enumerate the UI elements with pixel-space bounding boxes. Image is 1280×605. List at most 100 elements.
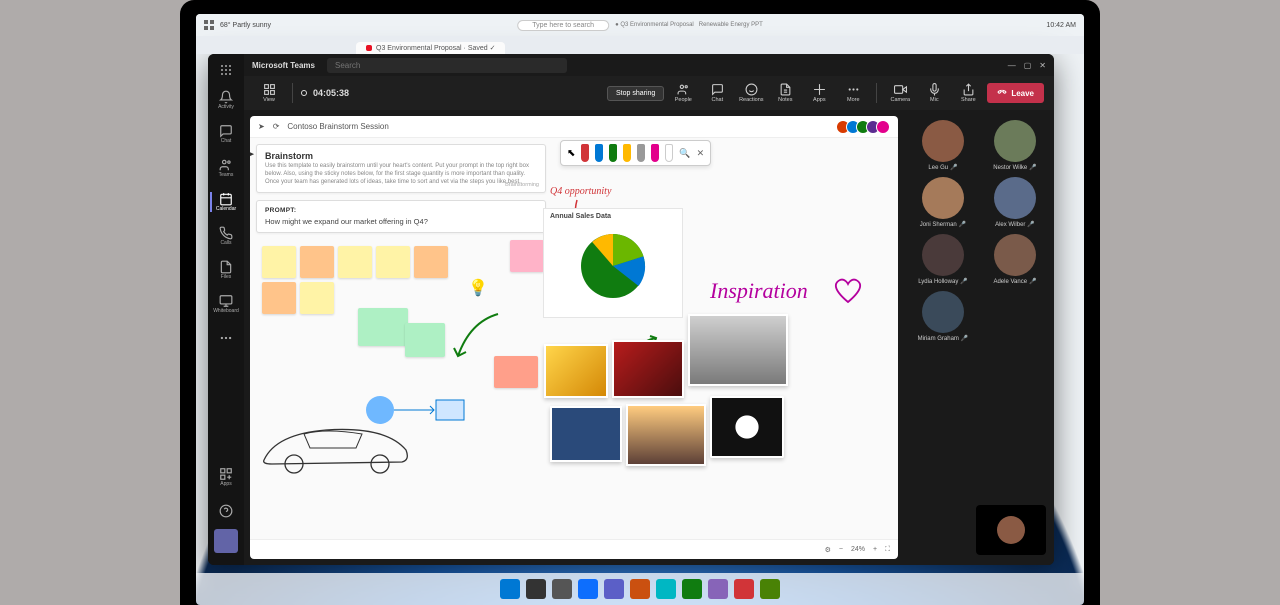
self-video-tile[interactable] [976, 505, 1046, 555]
photo-tile[interactable] [710, 396, 784, 458]
rail-chat[interactable]: Chat [210, 118, 242, 150]
participant-tile[interactable]: Alex Wilber 🎤 [984, 177, 1046, 228]
recent-doc-chip[interactable]: ● Q3 Environmental Proposal Renewable En… [615, 22, 763, 28]
pen-blue[interactable] [595, 144, 603, 162]
stop-sharing-button[interactable]: Stop sharing [607, 86, 664, 101]
taskbar-app-icon[interactable] [500, 579, 520, 599]
sticky-note[interactable] [358, 308, 408, 346]
taskbar-app-icon[interactable] [604, 579, 624, 599]
participant-tile[interactable]: Nestor Wilke 🎤 [984, 120, 1046, 171]
chart-card[interactable]: Annual Sales Data [543, 208, 683, 318]
brainstorm-card[interactable]: ➤ Brainstorm Use this template to easily… [256, 144, 546, 193]
grid-widgets-icon[interactable] [204, 20, 214, 30]
taskbar-app-icon[interactable] [734, 579, 754, 599]
apps-button[interactable]: Apps [804, 83, 834, 103]
taskbar-app-icon[interactable] [760, 579, 780, 599]
participant-tile[interactable]: Lee Gu 🎤 [912, 120, 974, 171]
rail-teams[interactable]: Teams [210, 152, 242, 184]
participant-tile[interactable]: Lydia Holloway 🎤 [912, 234, 974, 285]
brainstorm-title: Brainstorm [265, 151, 537, 161]
rail-activity[interactable]: Activity [210, 84, 242, 116]
sticky-note[interactable] [300, 282, 334, 314]
taskbar-app-icon[interactable] [552, 579, 572, 599]
sticky-note[interactable] [262, 282, 296, 314]
sticky-note[interactable] [376, 246, 410, 278]
os-search-input[interactable]: Type here to search [517, 20, 609, 31]
pen-gray[interactable] [637, 144, 645, 162]
rail-files[interactable]: Files [210, 254, 242, 286]
taskbar-app-icon[interactable] [708, 579, 728, 599]
notes-button[interactable]: Notes [770, 83, 800, 103]
maximize-icon[interactable]: ▢ [1024, 61, 1032, 70]
chart-title: Annual Sales Data [544, 209, 682, 224]
brainstorm-body: Use this template to easily brainstorm u… [265, 163, 537, 186]
whiteboard-panel: ➤ ⟳ Contoso Brainstorm Session [250, 116, 898, 559]
rail-whiteboard[interactable]: Whiteboard [210, 288, 242, 320]
pointer-tool-icon[interactable]: ⬉ [567, 148, 575, 159]
refresh-icon[interactable]: ⟳ [273, 122, 280, 131]
mic-button[interactable]: Mic [919, 83, 949, 103]
share-button[interactable]: Share [953, 83, 983, 103]
browser-tab[interactable]: Q3 Environmental Proposal · Saved ✓ [356, 42, 505, 54]
pen-pink[interactable] [651, 144, 659, 162]
rail-calendar[interactable]: Calendar [210, 186, 242, 218]
participant-tile[interactable]: Joni Sherman 🎤 [912, 177, 974, 228]
taskbar-app-icon[interactable] [526, 579, 546, 599]
sticky-note[interactable] [300, 246, 334, 278]
close-icon[interactable]: ✕ [1039, 61, 1046, 70]
fit-icon[interactable]: ⛶ [885, 546, 890, 554]
chat-button[interactable]: Chat [702, 83, 732, 103]
reactions-button[interactable]: Reactions [736, 83, 766, 103]
ink-inspiration[interactable]: Inspiration [710, 278, 808, 304]
more-button[interactable]: More [838, 83, 868, 103]
zoom-in-button[interactable]: + [873, 546, 877, 553]
taskbar-app-icon[interactable] [656, 579, 676, 599]
photo-tile[interactable] [626, 404, 706, 466]
sticky-note[interactable] [338, 246, 372, 278]
prompt-question: How might we expand our market offering … [265, 217, 537, 226]
zoom-out-button[interactable]: − [839, 546, 843, 553]
rail-apps[interactable]: Apps [210, 461, 242, 493]
sticky-note[interactable] [405, 323, 445, 357]
ink-opportunity[interactable]: Q4 opportunity [550, 186, 611, 197]
taskbar-app-icon[interactable] [682, 579, 702, 599]
rail-more[interactable] [210, 322, 242, 354]
brainstorm-tag: Brainstorming [505, 182, 539, 188]
taskbar-app-icon[interactable] [630, 579, 650, 599]
leave-button[interactable]: Leave [987, 83, 1044, 103]
participant-tile[interactable]: Miriam Graham 🎤 [912, 291, 974, 342]
pie-chart [573, 226, 653, 306]
photo-tile[interactable] [550, 406, 622, 462]
sticky-note[interactable] [510, 240, 544, 272]
rail-calls[interactable]: Calls [210, 220, 242, 252]
minimize-icon[interactable]: — [1008, 61, 1016, 70]
view-button[interactable]: View [254, 83, 284, 103]
collaborator-avatars[interactable] [840, 120, 890, 134]
photo-tile[interactable] [544, 344, 608, 398]
pen-green[interactable] [609, 144, 617, 162]
taskbar-app-icon[interactable] [578, 579, 598, 599]
close-toolbar-icon[interactable]: ✕ [697, 148, 705, 159]
pen-red[interactable] [581, 144, 589, 162]
teams-search-input[interactable] [327, 58, 567, 73]
sticky-note[interactable] [414, 246, 448, 278]
pen-yellow[interactable] [623, 144, 631, 162]
teams-main: Microsoft Teams — ▢ ✕ View 04:05:38 [244, 54, 1054, 565]
photo-tile[interactable] [688, 314, 788, 386]
sticky-note[interactable] [262, 246, 296, 278]
whiteboard-canvas[interactable]: ⬉ 🔍 ✕ ➤ Bra [250, 138, 898, 539]
rail-profile[interactable] [214, 529, 238, 553]
photo-tile[interactable] [612, 340, 684, 398]
camera-button[interactable]: Camera [885, 83, 915, 103]
waffle-icon[interactable] [220, 64, 232, 76]
cursor-icon[interactable]: ➤ [258, 122, 265, 131]
car-sketch[interactable] [256, 416, 416, 476]
search-tool-icon[interactable]: 🔍 [679, 148, 690, 159]
people-button[interactable]: People [668, 83, 698, 103]
participant-tile[interactable]: Adele Vance 🎤 [984, 234, 1046, 285]
eraser-tool[interactable] [665, 144, 673, 162]
rail-help[interactable] [210, 495, 242, 527]
pen-toolbar[interactable]: ⬉ 🔍 ✕ [560, 140, 711, 166]
settings-icon[interactable]: ⚙ [825, 546, 831, 554]
prompt-card[interactable]: PROMPT: How might we expand our market o… [256, 200, 546, 233]
